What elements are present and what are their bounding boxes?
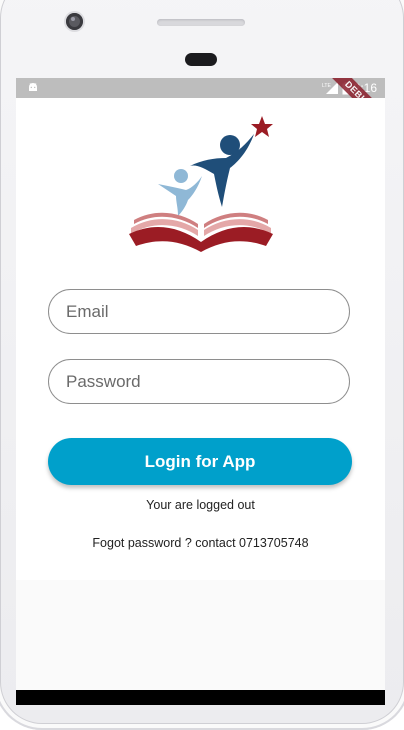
android-icon	[29, 83, 37, 91]
login-status-text: Your are logged out	[146, 498, 255, 512]
status-bar: LTE 2:16 DEBUG	[16, 78, 385, 137]
earpiece-speaker	[157, 19, 245, 26]
front-camera	[66, 13, 83, 30]
phone-frame: LTE 2:16 DEBUG Email Login for App Your …	[0, 0, 404, 730]
login-content: Login for App Your are logged out Fogot …	[16, 98, 385, 580]
forgot-password-contact-text: Fogot password ? contact 0713705748	[92, 536, 309, 550]
email-input[interactable]	[49, 290, 349, 333]
system-navigation-bar	[16, 690, 385, 705]
app-logo	[129, 116, 273, 252]
login-button[interactable]: Login for App	[48, 438, 352, 485]
proximity-sensor	[185, 53, 217, 66]
app-screen: LTE 2:16 DEBUG Email Login for App Your …	[16, 78, 385, 705]
email-field[interactable]	[48, 289, 350, 334]
password-input[interactable]	[49, 360, 349, 403]
network-type-label: LTE	[322, 83, 331, 89]
lte-signal-icon: LTE	[322, 82, 338, 94]
password-field[interactable]	[48, 359, 350, 404]
